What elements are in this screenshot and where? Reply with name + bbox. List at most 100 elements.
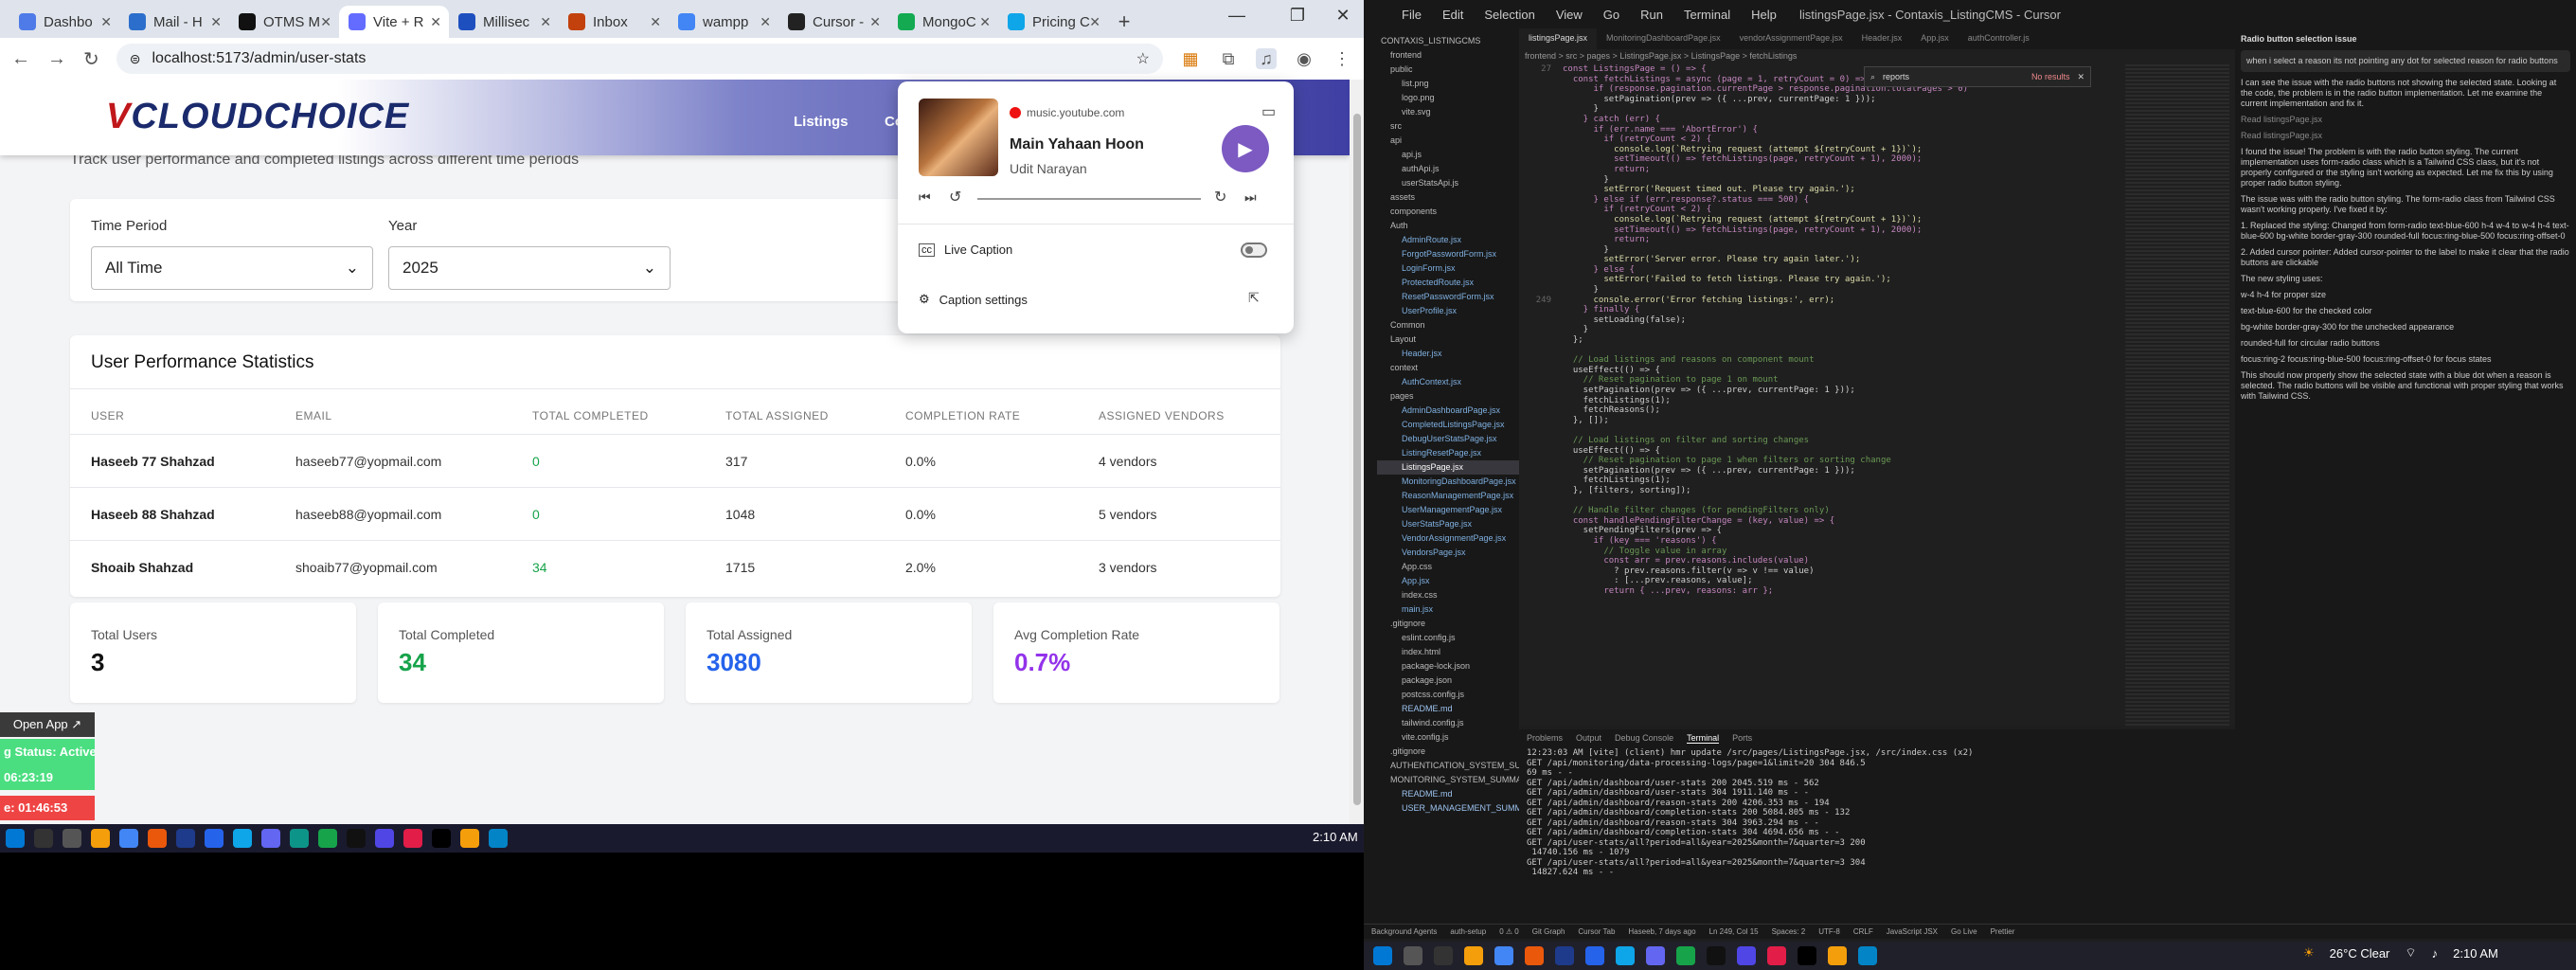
taskbar-app-icon[interactable] [1828, 946, 1847, 965]
explorer-item[interactable]: package.json [1377, 674, 1519, 688]
explorer-item[interactable]: ListingsPage.jsx [1377, 460, 1519, 475]
explorer-item[interactable]: postcss.config.js [1377, 688, 1519, 702]
taskbar-app-icon[interactable] [119, 829, 138, 848]
taskbar-app-icon[interactable] [1585, 946, 1604, 965]
taskbar-app-icon[interactable] [261, 829, 280, 848]
explorer-item[interactable]: ProtectedRoute.jsx [1377, 276, 1519, 290]
taskbar-app-icon[interactable] [1798, 946, 1816, 965]
explorer-item[interactable]: public [1377, 63, 1519, 77]
previous-track-icon[interactable]: ⏮ [919, 189, 931, 206]
explorer-item[interactable]: UserProfile.jsx [1377, 304, 1519, 318]
explorer-item[interactable]: .gitignore [1377, 745, 1519, 759]
taskbar-app-icon[interactable] [176, 829, 195, 848]
browser-tab[interactable]: wampp ✕ [669, 6, 778, 38]
taskbar-app-icon[interactable] [489, 829, 508, 848]
cloudchoice-logo[interactable]: VCLOUDCHOICE [106, 97, 409, 137]
taskbar-app-icon[interactable] [1676, 946, 1695, 965]
explorer-item[interactable]: UserStatsPage.jsx [1377, 517, 1519, 531]
taskbar-app-icon[interactable] [1646, 946, 1665, 965]
table-row[interactable]: Haseeb 88 Shahzad haseeb88@yopmail.com 0 10… [70, 487, 1280, 540]
taskbar-app-icon[interactable] [318, 829, 337, 848]
taskbar-app-icon[interactable] [403, 829, 422, 848]
menu-kebab-icon[interactable]: ⋮ [1332, 48, 1352, 69]
taskbar-app-icon[interactable] [347, 829, 366, 848]
taskbar-app-icon[interactable] [1767, 946, 1786, 965]
play-button[interactable]: ▶ [1222, 125, 1269, 172]
taskbar-app-icon[interactable] [6, 829, 25, 848]
status-item[interactable]: auth-setup [1450, 927, 1486, 936]
taskbar-app-icon[interactable] [290, 829, 309, 848]
browser-tab[interactable]: Cursor - ✕ [778, 6, 888, 38]
minimize-icon[interactable]: — [1216, 6, 1258, 26]
close-tab-icon[interactable]: ✕ [869, 14, 881, 30]
taskbar-app-icon[interactable] [1525, 946, 1544, 965]
status-item[interactable]: Prettier [1991, 927, 2015, 936]
explorer-item[interactable]: Layout [1377, 332, 1519, 347]
explorer-item[interactable]: VendorsPage.jsx [1377, 546, 1519, 560]
browser-tab[interactable]: MongoC ✕ [888, 6, 998, 38]
explorer-item[interactable]: AdminRoute.jsx [1377, 233, 1519, 247]
explorer-item[interactable]: api [1377, 134, 1519, 148]
explorer-item[interactable]: vite.svg [1377, 105, 1519, 119]
explorer-item[interactable]: AdminDashboardPage.jsx [1377, 404, 1519, 418]
browser-tab[interactable]: Dashbo ✕ [9, 6, 119, 38]
explorer-item[interactable]: UserManagementPage.jsx [1377, 503, 1519, 517]
status-item[interactable]: JavaScript JSX [1887, 927, 1938, 936]
explorer-item[interactable]: index.html [1377, 645, 1519, 659]
terminal-output[interactable]: 12:23:03 AM [vite] (client) hmr update /… [1527, 748, 2227, 928]
taskbar-app-icon[interactable] [1707, 946, 1726, 965]
explorer-item[interactable]: MonitoringDashboardPage.jsx [1377, 475, 1519, 489]
browser-tab[interactable]: OTMS M ✕ [229, 6, 339, 38]
taskbar-app-icon[interactable] [460, 829, 479, 848]
panel-tab[interactable]: Debug Console [1615, 733, 1673, 744]
explorer-item[interactable]: CONTAXIS_LISTINGCMS [1377, 34, 1519, 48]
close-tab-icon[interactable]: ✕ [320, 14, 331, 30]
explorer-item[interactable]: ListingResetPage.jsx [1377, 446, 1519, 460]
editor-tab[interactable]: App.jsx [1911, 28, 1959, 49]
taskbar-app-icon[interactable] [233, 829, 252, 848]
picture-in-picture-icon[interactable]: ▭ [1261, 102, 1276, 121]
explorer-item[interactable]: api.js [1377, 148, 1519, 162]
explorer-item[interactable]: .gitignore [1377, 617, 1519, 631]
status-item[interactable]: CRLF [1853, 927, 1873, 936]
taskbar-app-icon[interactable] [1737, 946, 1756, 965]
new-tab-button[interactable]: + [1108, 6, 1140, 38]
profile-avatar-icon[interactable]: ◉ [1294, 48, 1315, 69]
taskbar-app-icon[interactable] [375, 829, 394, 848]
taskbar-app-icon[interactable] [1373, 946, 1392, 965]
taskbar-app-icon[interactable] [1404, 946, 1422, 965]
taskbar-app-icon[interactable] [1434, 946, 1453, 965]
explorer-item[interactable]: context [1377, 361, 1519, 375]
status-item[interactable]: Ln 249, Col 15 [1709, 927, 1759, 936]
caption-settings-row[interactable]: ⚙ Caption settings [919, 292, 1028, 307]
breadcrumb[interactable]: frontend > src > pages > ListingsPage.js… [1525, 49, 1797, 63]
panel-tab[interactable]: Problems [1527, 733, 1563, 744]
close-window-icon[interactable]: ✕ [1322, 6, 1364, 26]
menu-view[interactable]: View [1556, 8, 1583, 22]
taskbar-app-icon[interactable] [1555, 946, 1574, 965]
panel-tab[interactable]: Terminal [1687, 733, 1720, 744]
explorer-item[interactable]: assets [1377, 190, 1519, 205]
time-period-select[interactable]: All Time ⌄ [91, 246, 373, 290]
explorer-item[interactable]: ResetPasswordForm.jsx [1377, 290, 1519, 304]
track-progress[interactable] [977, 198, 1201, 200]
status-item[interactable]: Haseeb, 7 days ago [1628, 927, 1695, 936]
wifi-icon[interactable]: ⌔ [2405, 945, 2416, 961]
extensions-puzzle-icon[interactable]: ⧉ [1218, 48, 1239, 69]
close-tab-icon[interactable]: ✕ [1089, 14, 1100, 30]
explorer-item[interactable]: components [1377, 205, 1519, 219]
taskbar-app-icon[interactable] [1494, 946, 1513, 965]
browser-tab[interactable]: Inbox ✕ [559, 6, 669, 38]
editor-tab[interactable]: listingsPage.jsx [1519, 28, 1598, 49]
status-item[interactable]: 0 ⚠ 0 [1499, 927, 1519, 936]
extension-icon[interactable]: ▦ [1180, 48, 1201, 69]
table-row[interactable]: Haseeb 77 Shahzad haseeb77@yopmail.com 0 31… [70, 434, 1280, 487]
find-input[interactable]: reports [1883, 72, 2024, 81]
minimap[interactable] [2125, 64, 2229, 728]
taskbar-app-icon[interactable] [1616, 946, 1635, 965]
explorer-item[interactable]: pages [1377, 389, 1519, 404]
explorer-item[interactable]: userStatsApi.js [1377, 176, 1519, 190]
taskbar-app-icon[interactable] [63, 829, 81, 848]
menu-terminal[interactable]: Terminal [1684, 8, 1730, 22]
open-app-button[interactable]: Open App ↗ [0, 712, 95, 737]
